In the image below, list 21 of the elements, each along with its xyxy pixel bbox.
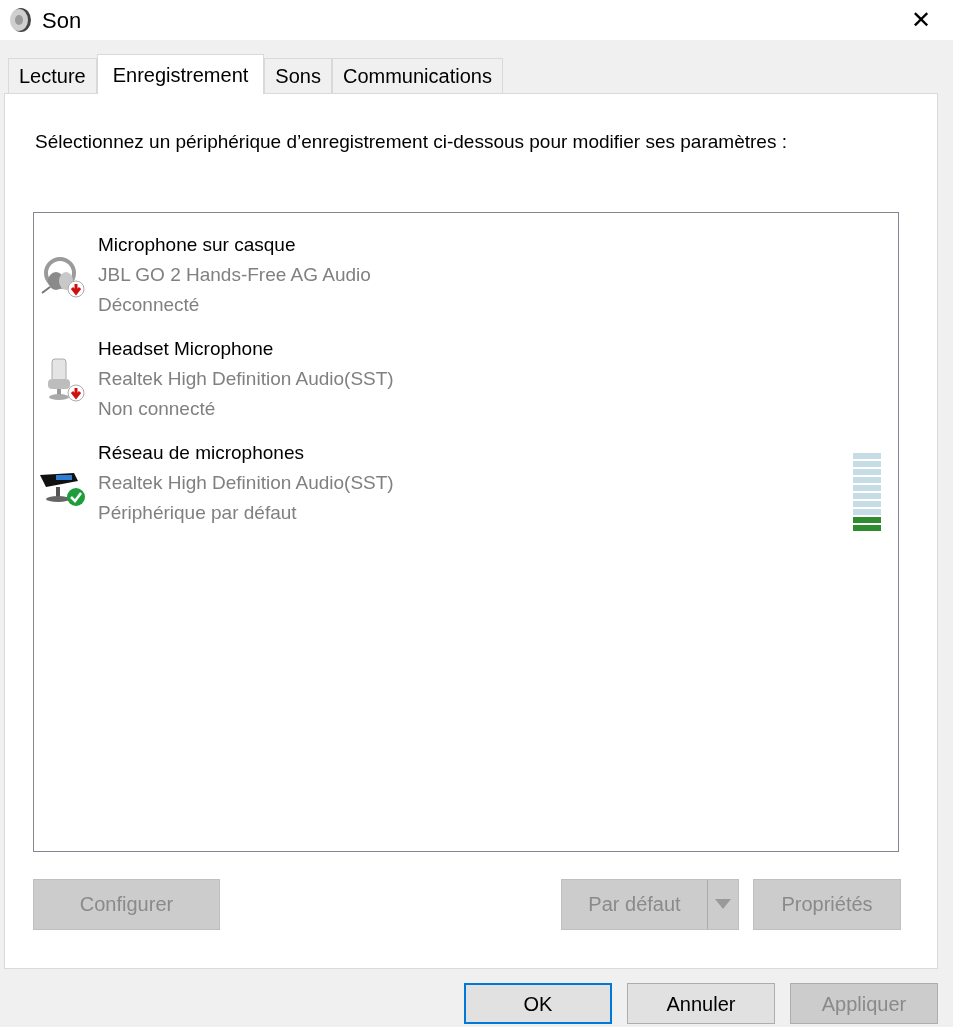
window-title: Son — [42, 6, 82, 35]
device-driver: Realtek High Definition Audio(SST) — [98, 366, 395, 391]
instruction-text: Sélectionnez un périphérique d’enregistrement ci-dessous pour modifier ses paramètres : — [35, 130, 788, 154]
dialog-button[interactable]: Annuler — [627, 983, 775, 1024]
device-driver: Realtek High Definition Audio(SST) — [98, 470, 395, 495]
caret-icon — [715, 899, 731, 909]
tab[interactable]: Enregistrement — [96, 54, 265, 94]
device-driver: JBL GO 2 Hands-Free AG Audio — [98, 262, 372, 287]
device-name: Réseau de microphones — [98, 440, 305, 465]
device-name: Microphone sur casque — [98, 232, 297, 257]
tab[interactable]: Communications — [331, 58, 503, 93]
device-status: Périphérique par défaut — [98, 500, 298, 525]
microphone-icon — [48, 358, 70, 400]
tab[interactable]: Lecture — [8, 58, 97, 93]
dialog-button[interactable]: OK — [464, 983, 612, 1024]
tab[interactable]: Sons — [264, 58, 332, 93]
close-button[interactable]: ✕ — [911, 2, 931, 38]
speaker-icon — [8, 7, 32, 33]
device-status: Déconnecté — [98, 292, 201, 317]
device-status: Non connecté — [98, 396, 217, 421]
device-name: Headset Microphone — [98, 336, 275, 361]
